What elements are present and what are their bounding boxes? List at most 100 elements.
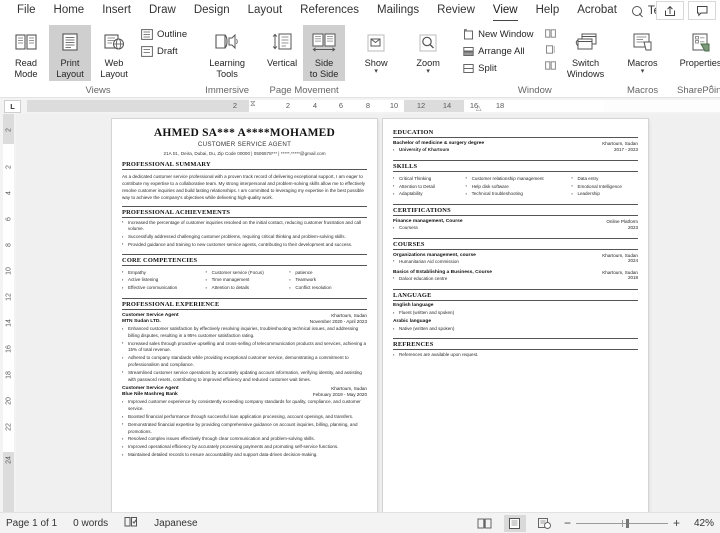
arrange-all-label: Arrange All [478, 46, 525, 57]
vertical-scroll-icon [271, 28, 293, 58]
list-item: patience [289, 269, 367, 277]
course-year: 2018 [627, 275, 638, 281]
document-workspace[interactable]: AHMED SA*** A****MOHAMED CUSTOMER SERVIC… [16, 114, 720, 512]
list-item: Customer service (Focus) [206, 269, 284, 277]
document-page-left[interactable]: AHMED SA*** A****MOHAMED CUSTOMER SERVIC… [112, 119, 377, 512]
macros-icon [631, 28, 655, 58]
vertical-ruler[interactable]: 2 2 4 6 8 10 12 14 16 18 20 22 24 [0, 114, 16, 512]
ruler-tick: 10 [389, 101, 399, 110]
ribbon-group-window: New Window Arrange All Split Switch Wind… [454, 22, 615, 97]
v-ruler-tick: 12 [5, 293, 12, 301]
menu-tab-design[interactable]: Design [185, 1, 239, 21]
zoom-slider-track[interactable] [575, 518, 668, 528]
tab-stop-selector[interactable]: L [4, 99, 21, 113]
synchronous-scrolling-button[interactable] [542, 42, 559, 57]
first-line-indent-marker[interactable]: ⧖ [250, 99, 256, 109]
menu-tab-review[interactable]: Review [428, 1, 484, 21]
chevron-down-icon[interactable]: ▾ [426, 68, 430, 75]
chevron-down-icon[interactable]: ▾ [374, 68, 378, 75]
view-side-by-side-button[interactable] [542, 26, 559, 41]
ruler-tick: 2 [232, 101, 238, 110]
section-heading-professional-experience: PROFESSIONAL EXPERIENCE [122, 298, 367, 311]
zoom-slider-handle[interactable] [625, 518, 629, 528]
course-provider-list: Humanitarian Aid commission [393, 258, 628, 267]
menu-tab-view[interactable]: View [484, 1, 527, 21]
list-item: Customer relationship management [466, 175, 566, 183]
menu-tab-mailings[interactable]: Mailings [368, 1, 428, 21]
course-year: 2024 [627, 258, 638, 264]
language-name: English language [393, 303, 434, 309]
core-competencies-columns: Empathy Active listening Effective commu… [122, 268, 367, 293]
properties-button[interactable]: Properties [675, 25, 720, 71]
macros-button[interactable]: Macros ▾ [621, 25, 665, 77]
split-icon [463, 64, 474, 73]
job-company: Blue Nile Mashreg Bank [122, 392, 178, 398]
draft-icon [141, 46, 153, 57]
right-indent-marker[interactable]: △ [476, 104, 481, 112]
collapse-ribbon-button[interactable]: ⌃ [707, 84, 715, 95]
v-ruler-tick: 2 [5, 165, 12, 169]
learning-tools-button[interactable]: Learning Tools [201, 25, 253, 81]
course-title: Basics of Establishing a Business, Cours… [393, 269, 492, 275]
read-mode-label: Read Mode [14, 58, 38, 79]
ribbon-group-show: Show ▾ [350, 22, 402, 97]
split-button[interactable]: Split [459, 60, 537, 77]
document-page-right[interactable]: EDUCATION Bachelor of medicine & surgery… [383, 119, 648, 512]
outline-icon [141, 29, 153, 40]
arrange-all-button[interactable]: Arrange All [459, 43, 537, 60]
web-layout-button[interactable]: Web Layout [93, 25, 135, 81]
side-to-side-icon [310, 28, 338, 58]
list-item: Teamwork [289, 277, 367, 284]
menu-tab-help[interactable]: Help [527, 1, 569, 21]
new-window-label: New Window [478, 29, 534, 40]
show-button[interactable]: Show ▾ [355, 25, 397, 77]
list-item: Attention to Detail [393, 183, 460, 191]
zoom-slider[interactable]: − + [564, 517, 680, 529]
comments-button[interactable] [688, 1, 716, 20]
reset-window-position-button[interactable] [542, 58, 559, 73]
read-mode-view-button[interactable] [474, 515, 496, 532]
print-layout-button[interactable]: Print Layout [49, 25, 91, 81]
read-mode-button[interactable]: Read Mode [5, 25, 47, 81]
resume-contact: 21A St., Deira, Dubai, Du, Zip Code 0000… [163, 150, 326, 156]
menu-tab-insert[interactable]: Insert [93, 1, 140, 21]
ruler-margin-left [27, 100, 249, 112]
ribbon-tab-bar: File Home Insert Draw Design Layout Refe… [0, 0, 720, 22]
menu-tab-home[interactable]: Home [45, 1, 94, 21]
new-window-button[interactable]: New Window [459, 26, 537, 43]
view-side-by-side-icon [544, 28, 556, 38]
job-title-row: Customer Service Agent Khartoum, Sudan [122, 313, 367, 318]
zoom-button[interactable]: Zoom ▾ [407, 25, 449, 77]
ruler-track: 2 2 4 6 8 10 12 14 16 18 ⧖ △ [27, 99, 720, 112]
side-to-side-button[interactable]: Side to Side [303, 25, 346, 81]
share-button[interactable] [656, 1, 684, 20]
print-layout-view-button[interactable] [503, 514, 526, 532]
show-icon [364, 28, 388, 58]
menu-tab-acrobat[interactable]: Acrobat [568, 1, 626, 21]
draft-button[interactable]: Draft [137, 43, 191, 60]
menu-tab-file[interactable]: File [8, 1, 45, 21]
switch-windows-button[interactable]: Switch Windows [561, 25, 611, 81]
ribbon-group-page-movement: Vertical Side to Side Page Movement [258, 22, 350, 97]
language-indicator[interactable]: Japanese [154, 518, 197, 529]
reset-window-position-icon [544, 60, 556, 70]
proofing-errors-icon[interactable] [124, 516, 138, 531]
web-layout-view-button[interactable] [534, 515, 556, 532]
zoom-in-button[interactable]: + [673, 517, 680, 529]
outline-button[interactable]: Outline [137, 26, 191, 43]
job-title: Customer Service Agent [122, 386, 179, 392]
status-bar-left: Page 1 of 1 0 words Japanese [6, 516, 198, 531]
page-count-indicator[interactable]: Page 1 of 1 [6, 518, 57, 529]
menu-tab-draw[interactable]: Draw [140, 1, 185, 21]
print-layout-icon [59, 28, 81, 58]
language-level-list: Native (written and spoken) [393, 326, 638, 333]
word-count-indicator[interactable]: 0 words [73, 518, 108, 529]
zoom-level-label[interactable]: 42% [688, 518, 714, 529]
zoom-out-button[interactable]: − [564, 517, 571, 529]
menu-tab-layout[interactable]: Layout [239, 1, 292, 21]
menu-tab-references[interactable]: References [291, 1, 368, 21]
vertical-button[interactable]: Vertical [263, 25, 301, 71]
list-item: Data entry [571, 175, 638, 183]
horizontal-ruler[interactable]: L 2 2 4 6 8 10 12 14 16 18 ⧖ △ [0, 98, 720, 114]
chevron-down-icon[interactable]: ▾ [641, 68, 645, 75]
